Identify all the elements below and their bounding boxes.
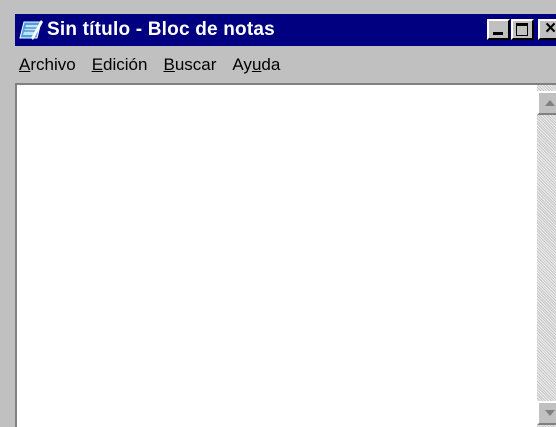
notepad-icon (19, 20, 43, 40)
window-title: Sin título - Bloc de notas (47, 19, 275, 40)
menu-archivo[interactable]: Archivo (19, 55, 76, 75)
arrow-up-icon (545, 100, 555, 106)
text-editor[interactable] (17, 85, 535, 427)
maximize-button[interactable] (511, 19, 534, 40)
vertical-scrollbar[interactable] (537, 85, 556, 427)
arrow-down-icon (545, 410, 555, 416)
close-icon: × (544, 18, 556, 39)
scroll-down-button[interactable] (537, 401, 556, 425)
edit-frame (15, 83, 556, 427)
close-button[interactable]: × (538, 18, 556, 40)
minimize-button[interactable] (487, 19, 510, 40)
notepad-window: Sin título - Bloc de notas × Archivo Edi… (0, 0, 556, 427)
menu-ayuda[interactable]: Ayuda (232, 55, 280, 75)
scroll-up-button[interactable] (537, 91, 556, 115)
menu-edicion[interactable]: Edición (92, 55, 148, 75)
menu-buscar[interactable]: Buscar (163, 55, 216, 75)
menu-bar: Archivo Edición Buscar Ayuda (15, 50, 556, 80)
title-bar[interactable]: Sin título - Bloc de notas × (15, 14, 556, 46)
